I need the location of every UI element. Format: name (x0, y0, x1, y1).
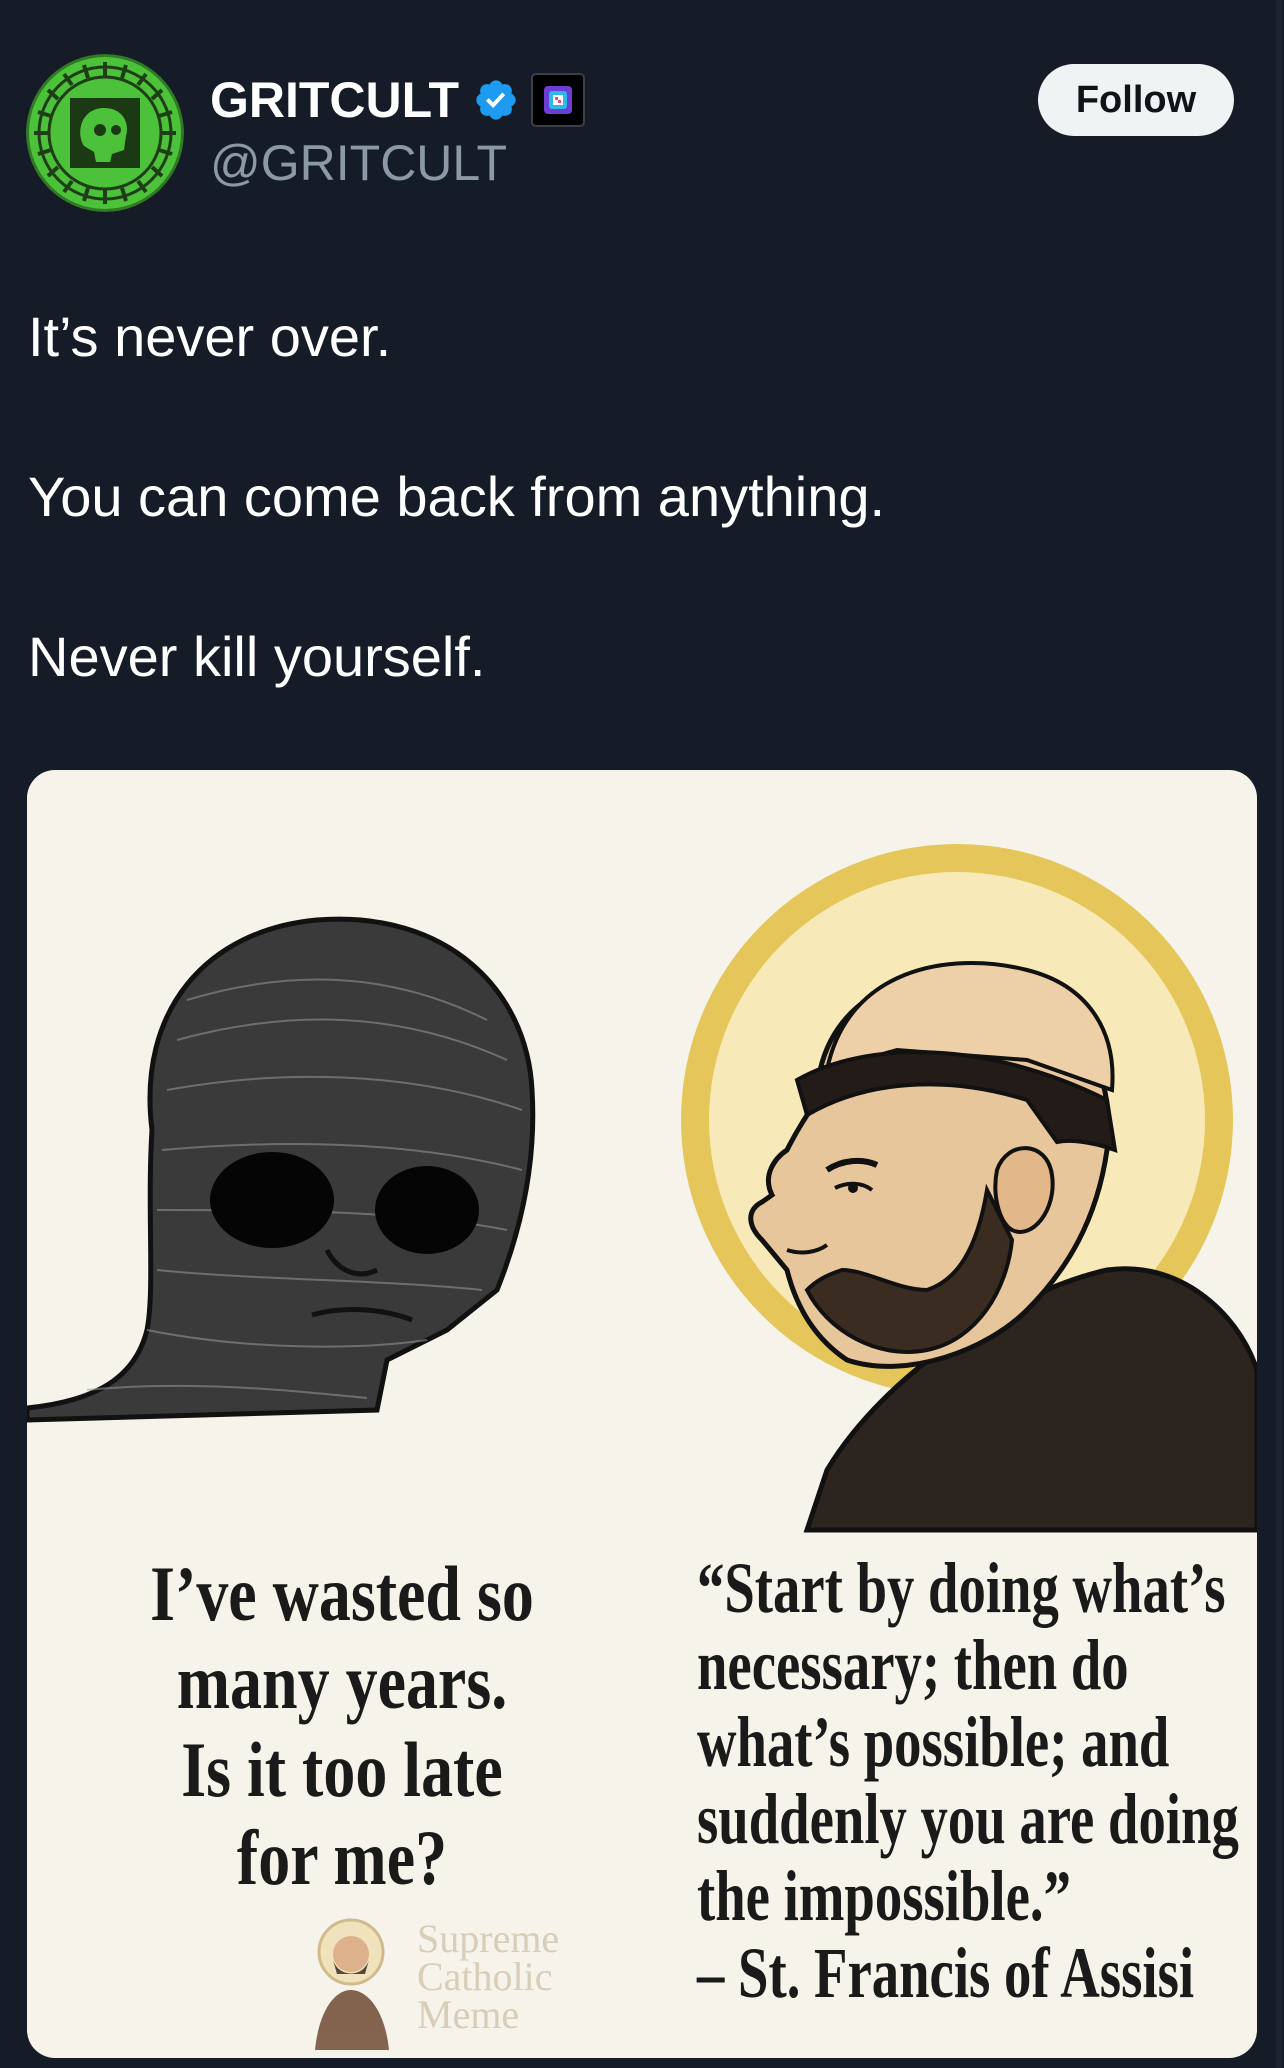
quote-attribution: – St. Francis of Assisi (697, 1933, 1195, 2013)
sad-figure-illustration (27, 916, 536, 1423)
verified-badge-icon[interactable] (473, 77, 519, 123)
saint-francis-illustration (681, 844, 1257, 1533)
affiliate-badge-icon[interactable] (531, 73, 586, 127)
skull-logo-icon (26, 54, 184, 212)
quote-line: suddenly you are doing (697, 1779, 1239, 1859)
left-caption-line: for me? (236, 1814, 448, 1901)
author-name-row: GRITCULT (210, 70, 586, 130)
quote-line: the impossible.” (697, 1856, 1071, 1936)
quote-line: necessary; then do (697, 1625, 1129, 1705)
right-caption-quote: “Start by doing what’s necessary; then d… (697, 1548, 1239, 2013)
watermark-line: Meme (417, 1992, 520, 2037)
quote-line: what’s possible; and (697, 1702, 1170, 1782)
tweet-text-line-2: You can come back from anything. (28, 465, 886, 528)
tweet-text-line-3: Never kill yourself. (28, 625, 486, 688)
watermark-line: Catholic (417, 1954, 553, 1999)
follow-button[interactable]: Follow (1038, 64, 1234, 136)
watermark-text: Supreme Catholic Meme (417, 1916, 560, 2037)
left-caption-line: many years. (176, 1638, 508, 1725)
display-name[interactable]: GRITCULT (210, 71, 459, 129)
tweet-media-image[interactable]: I’ve wasted so many years. Is it too lat… (27, 770, 1257, 2058)
left-caption-line: I’ve wasted so (150, 1550, 534, 1637)
author-handle[interactable]: @GRITCULT (210, 134, 507, 192)
avatar[interactable] (26, 54, 184, 212)
scrollbar[interactable] (1276, 0, 1282, 2068)
left-caption-line: Is it too late (181, 1726, 503, 1813)
watermark-saint-icon (315, 1918, 389, 2050)
quote-line: “Start by doing what’s (697, 1548, 1226, 1628)
tweet-text-line-1: It’s never over. (28, 305, 392, 368)
watermark-line: Supreme (417, 1916, 560, 1961)
tweet-post: GRITCULT @GRITCULT Follow It’s never ove… (0, 0, 1284, 2068)
left-caption: I’ve wasted so many years. Is it too lat… (100, 1550, 584, 1902)
